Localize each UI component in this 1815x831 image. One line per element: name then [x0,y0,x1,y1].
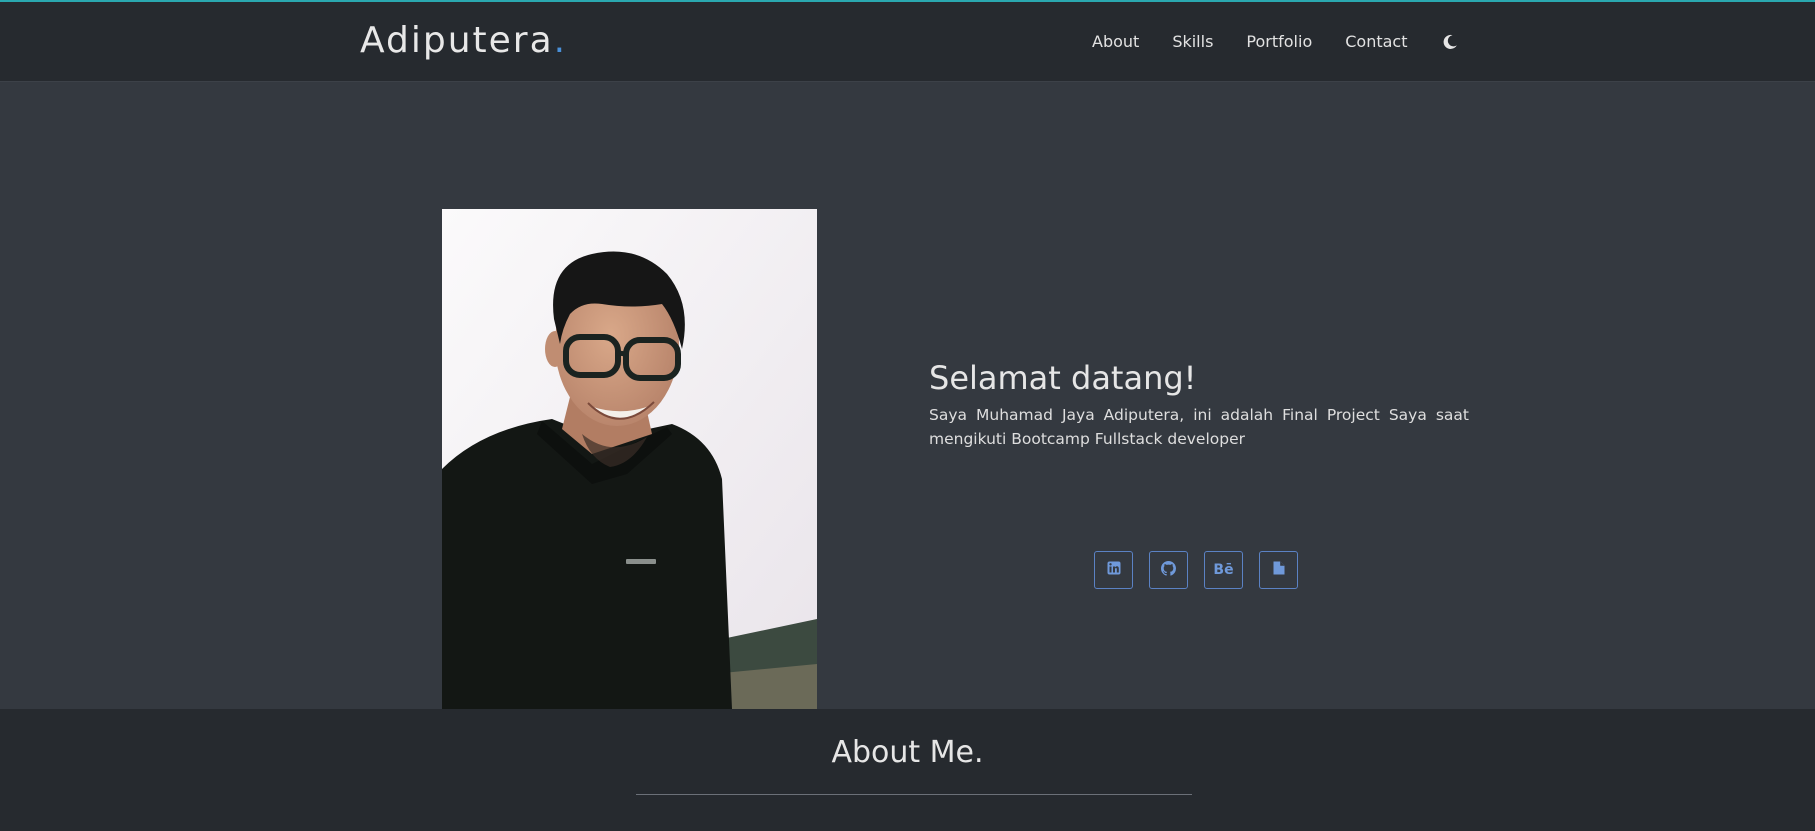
brand-name: Adiputera [360,20,554,61]
brand-logo[interactable]: Adiputera. [360,20,567,61]
document-icon [1273,561,1285,579]
hero-text: Selamat datang! Saya Muhamad Jaya Adiput… [929,359,1469,451]
moon-icon[interactable] [1441,33,1459,51]
resume-button[interactable] [1259,551,1298,589]
profile-photo [442,209,817,709]
social-links: Bē [1094,551,1298,589]
about-divider [636,794,1192,795]
hero-title: Selamat datang! [929,359,1197,397]
brand-dot: . [553,20,568,61]
behance-icon: Bē [1213,562,1234,578]
hero-section: Selamat datang! Saya Muhamad Jaya Adiput… [0,83,1815,709]
about-title: About Me. [831,735,984,770]
hero-description: Saya Muhamad Jaya Adiputera, ini adalah … [929,406,1469,448]
github-icon [1161,560,1176,580]
nav-link-portfolio[interactable]: Portfolio [1246,32,1312,51]
behance-button[interactable]: Bē [1204,551,1243,589]
github-button[interactable] [1149,551,1188,589]
linkedin-button[interactable] [1094,551,1133,589]
nav-links: About Skills Portfolio Contact [1092,32,1459,51]
about-section: About Me. [0,709,1815,831]
linkedin-icon [1107,561,1121,579]
nav-link-about[interactable]: About [1092,32,1139,51]
navbar: Adiputera. About Skills Portfolio Contac… [0,2,1815,82]
nav-link-contact[interactable]: Contact [1345,32,1407,51]
nav-link-skills[interactable]: Skills [1172,32,1213,51]
